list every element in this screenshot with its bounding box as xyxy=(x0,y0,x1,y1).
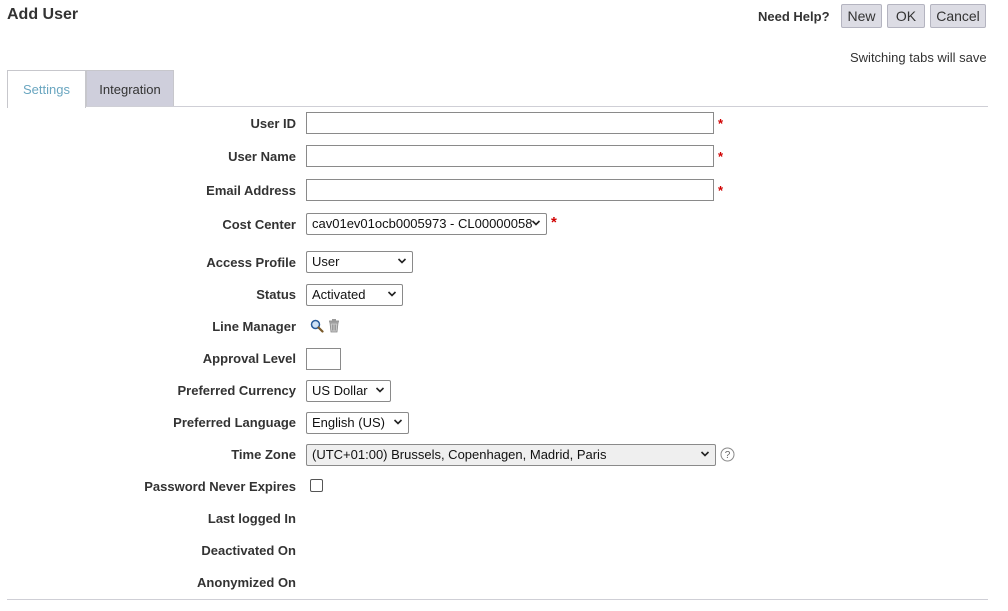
right-gutter xyxy=(988,0,1008,611)
status-value: Activated xyxy=(312,287,366,302)
email-label: Email Address xyxy=(206,183,296,198)
user-name-label: User Name xyxy=(228,149,296,164)
time-zone-select[interactable]: (UTC+01:00) Brussels, Copenhagen, Madrid… xyxy=(306,444,716,466)
tab-integration[interactable]: Integration xyxy=(86,70,174,107)
tab-settings[interactable]: Settings xyxy=(7,70,86,108)
access-profile-value: User xyxy=(312,254,340,269)
approval-level-label: Approval Level xyxy=(202,351,296,366)
ok-button[interactable]: OK xyxy=(887,4,925,28)
status-select[interactable]: Activated xyxy=(306,284,403,306)
cost-center-value: cav01ev01ocb0005973 - CL00000058 xyxy=(312,216,533,231)
page-title: Add User xyxy=(7,6,79,23)
preferred-currency-select[interactable]: US Dollar xyxy=(306,380,391,402)
chevron-down-icon xyxy=(531,220,541,226)
preferred-language-label: Preferred Language xyxy=(173,415,296,430)
required-marker: * xyxy=(718,116,724,131)
preferred-language-select[interactable]: English (US) xyxy=(306,412,409,434)
tab-switch-note: Switching tabs will save xyxy=(850,50,987,65)
chevron-down-icon xyxy=(375,387,385,393)
user-id-label: User ID xyxy=(250,116,296,131)
preferred-currency-label: Preferred Currency xyxy=(177,383,297,398)
preferred-currency-value: US Dollar xyxy=(312,383,368,398)
required-marker: * xyxy=(551,214,557,231)
time-zone-label: Time Zone xyxy=(231,447,296,462)
deactivated-on-label: Deactivated On xyxy=(201,543,296,558)
access-profile-select[interactable]: User xyxy=(306,251,413,273)
form-bottom-divider xyxy=(7,599,988,600)
last-logged-in-label: Last logged In xyxy=(207,511,296,526)
user-id-input[interactable] xyxy=(306,112,714,134)
cancel-button[interactable]: Cancel xyxy=(930,4,986,28)
cost-center-label: Cost Center xyxy=(222,217,296,232)
question-circle-icon[interactable]: ? xyxy=(720,447,735,462)
magnifier-icon[interactable] xyxy=(310,319,324,333)
email-input[interactable] xyxy=(306,179,714,201)
required-marker: * xyxy=(718,149,724,164)
line-manager-label: Line Manager xyxy=(212,319,296,334)
tab-divider xyxy=(7,106,988,107)
access-profile-label: Access Profile xyxy=(206,255,296,270)
chevron-down-icon xyxy=(700,451,710,457)
anonymized-on-label: Anonymized On xyxy=(197,575,296,590)
preferred-language-value: English (US) xyxy=(312,415,385,430)
required-marker: * xyxy=(718,183,724,198)
chevron-down-icon xyxy=(393,419,403,425)
cost-center-select[interactable]: cav01ev01ocb0005973 - CL00000058 xyxy=(306,213,547,235)
time-zone-value: (UTC+01:00) Brussels, Copenhagen, Madrid… xyxy=(312,447,607,462)
chevron-down-icon xyxy=(397,258,407,264)
trash-icon[interactable] xyxy=(328,319,340,333)
new-button[interactable]: New xyxy=(841,4,882,28)
password-never-expires-label: Password Never Expires xyxy=(144,479,296,494)
approval-level-input[interactable] xyxy=(306,348,341,370)
password-never-expires-checkbox[interactable] xyxy=(310,479,323,492)
status-label: Status xyxy=(256,287,296,302)
chevron-down-icon xyxy=(387,291,397,297)
user-name-input[interactable] xyxy=(306,145,714,167)
need-help-link[interactable]: Need Help? xyxy=(758,9,830,24)
svg-text:?: ? xyxy=(725,450,731,461)
